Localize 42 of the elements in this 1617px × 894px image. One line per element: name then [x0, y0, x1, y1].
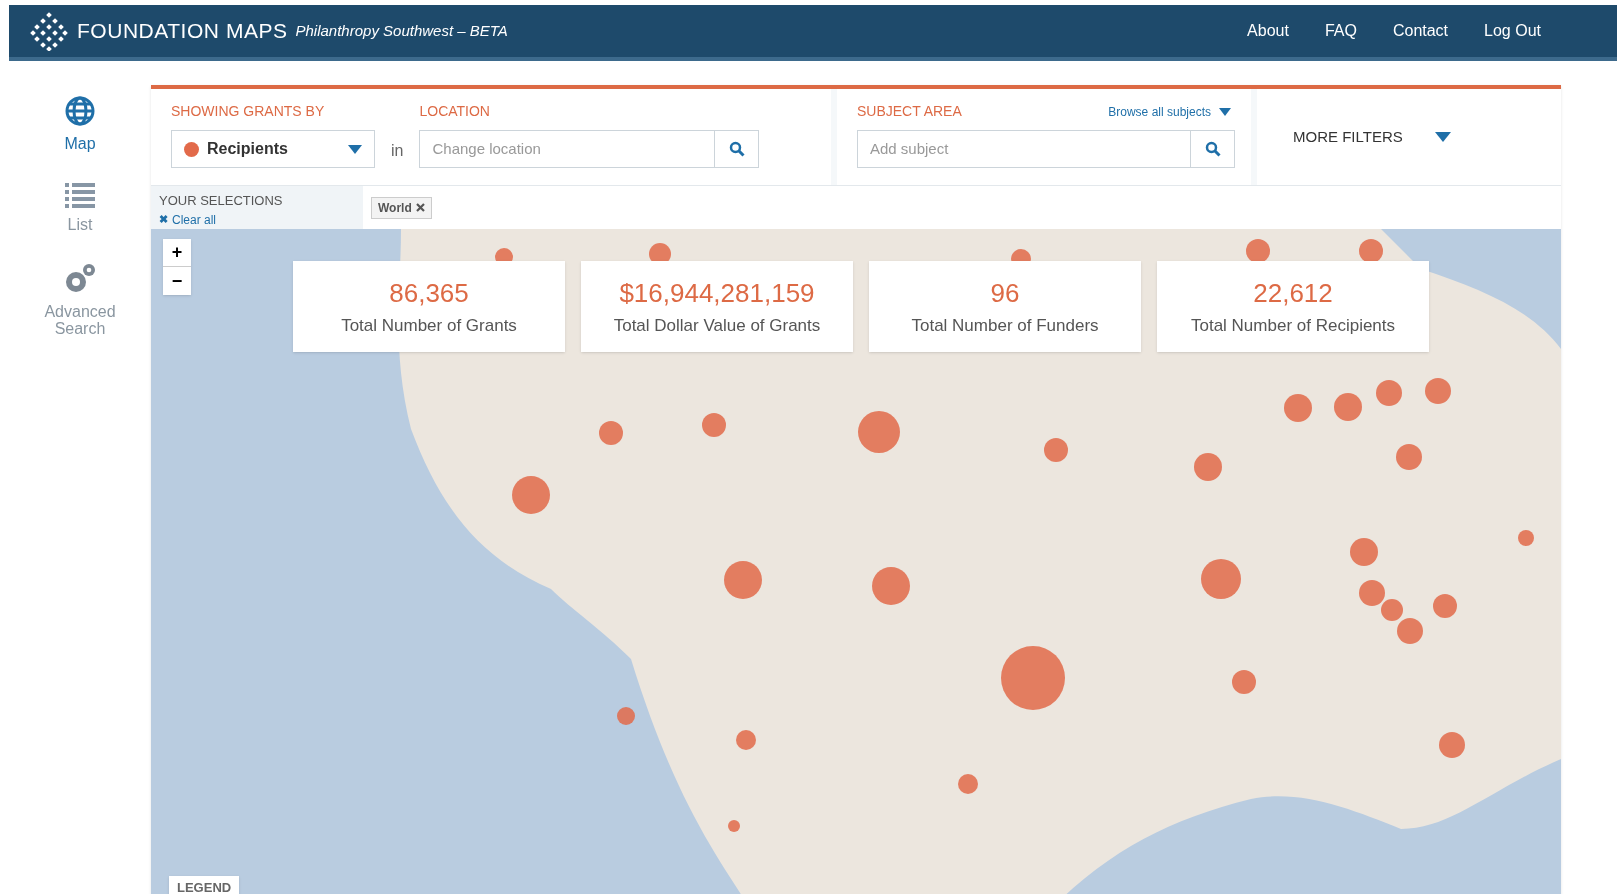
connector-text: in — [391, 141, 404, 161]
close-icon: ✖ — [159, 211, 168, 228]
zoom-in-button[interactable]: + — [163, 239, 191, 267]
sidebar-item[interactable]: Map — [40, 95, 120, 152]
location-search-field[interactable]: Change location — [419, 130, 716, 168]
caret-icon — [1434, 132, 1451, 142]
caret-icon — [348, 144, 362, 154]
grants-by-dropdown[interactable]: Recipients — [171, 130, 375, 168]
stat-value: 86,365 — [389, 277, 469, 311]
caret-icon — [1219, 107, 1231, 116]
stat-label: Total Dollar Value of Grants — [613, 315, 821, 338]
field-label: LOCATION — [419, 102, 491, 121]
clear-all-link[interactable]: ✖ Clear all — [159, 210, 355, 229]
nav-link[interactable]: Contact — [1392, 19, 1449, 43]
stat-label: Total Number of Recipients — [1190, 315, 1396, 338]
more-filters-button[interactable]: MORE FILTERS — [1257, 89, 1561, 185]
logo-text: FOUNDATION MAPS — [77, 18, 288, 45]
globe-icon — [64, 95, 96, 127]
list-icon — [65, 182, 95, 208]
logo-icon — [29, 11, 69, 51]
browse-subjects-link[interactable]: Browse all subjects — [1108, 102, 1231, 121]
zoom-out-button[interactable]: − — [163, 267, 191, 295]
stat-value: 96 — [990, 277, 1020, 311]
stat-value: $16,944,281,159 — [619, 277, 815, 311]
stat-label: Total Number of Funders — [911, 315, 1099, 338]
subject-search-field[interactable]: Add subject — [857, 130, 1191, 168]
search-button[interactable] — [715, 130, 760, 168]
field-label: SUBJECT AREA — [857, 102, 962, 121]
map-drawing[interactable] — [151, 229, 1561, 894]
stat-value: 22,612 — [1253, 277, 1333, 311]
search-button[interactable] — [1191, 130, 1235, 168]
search-icon — [1204, 141, 1221, 157]
nav-link[interactable]: About — [1247, 19, 1289, 43]
site-subtitle: Philanthropy Southwest – BETA — [295, 20, 508, 41]
field-label: SHOWING GRANTS BY — [171, 102, 326, 121]
selection-tag[interactable]: World — [371, 196, 432, 219]
nav-link[interactable]: Log Out — [1484, 19, 1541, 43]
stat-label: Total Number of Grants — [341, 315, 517, 338]
search-icon — [728, 141, 745, 157]
selections-label: YOUR SELECTIONS — [159, 192, 284, 210]
nav-link[interactable]: FAQ — [1324, 19, 1357, 43]
close-icon — [415, 203, 425, 212]
